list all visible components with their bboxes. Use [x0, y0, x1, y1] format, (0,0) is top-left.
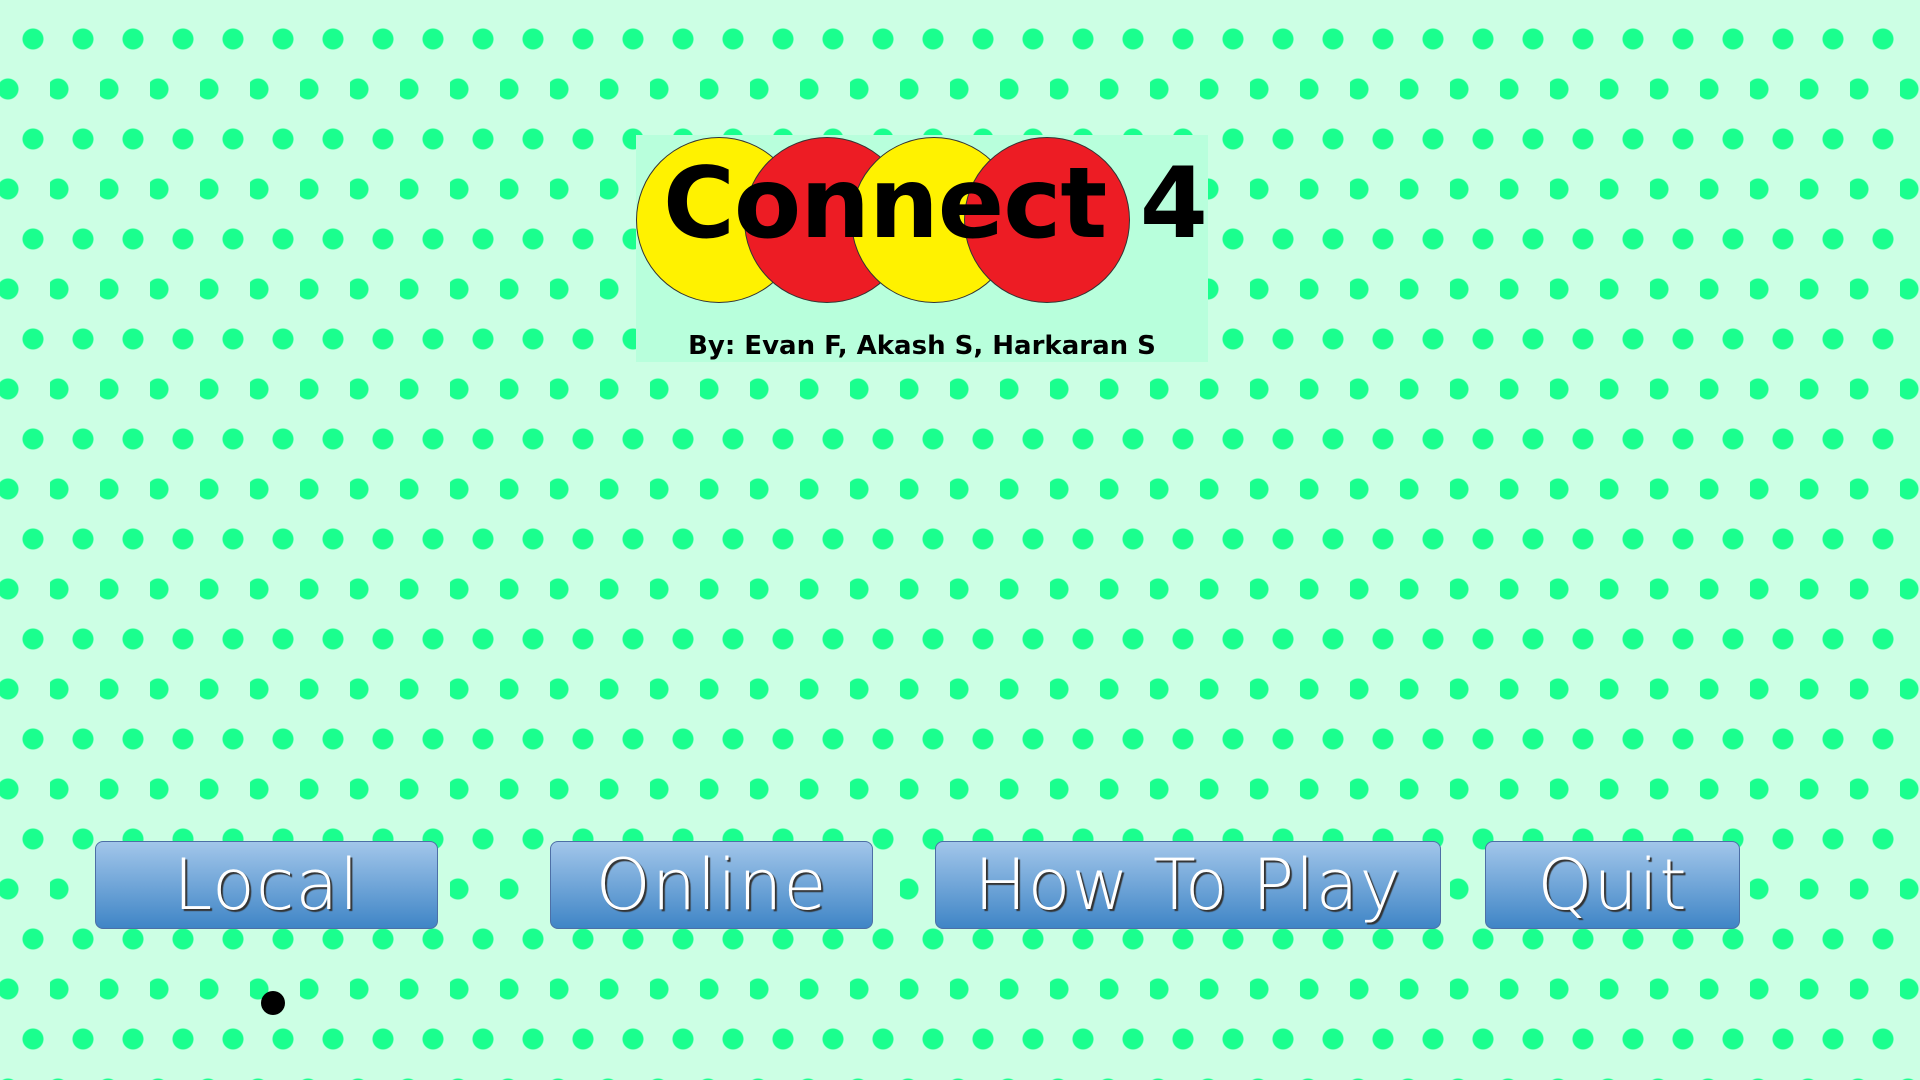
- online-button[interactable]: Online: [550, 841, 873, 929]
- local-button[interactable]: Local: [95, 841, 438, 929]
- quit-button[interactable]: Quit: [1485, 841, 1740, 929]
- logo-title: Connect: [663, 147, 1107, 261]
- credits: By: Evan F, Akash S, Harkaran S: [688, 331, 1156, 361]
- game-logo: Connect 4 By: Evan F, Akash S, Harkaran …: [636, 135, 1208, 362]
- how-to-play-button[interactable]: How To Play: [935, 841, 1441, 929]
- cursor-icon: [261, 991, 285, 1015]
- logo-number: 4: [1139, 147, 1208, 261]
